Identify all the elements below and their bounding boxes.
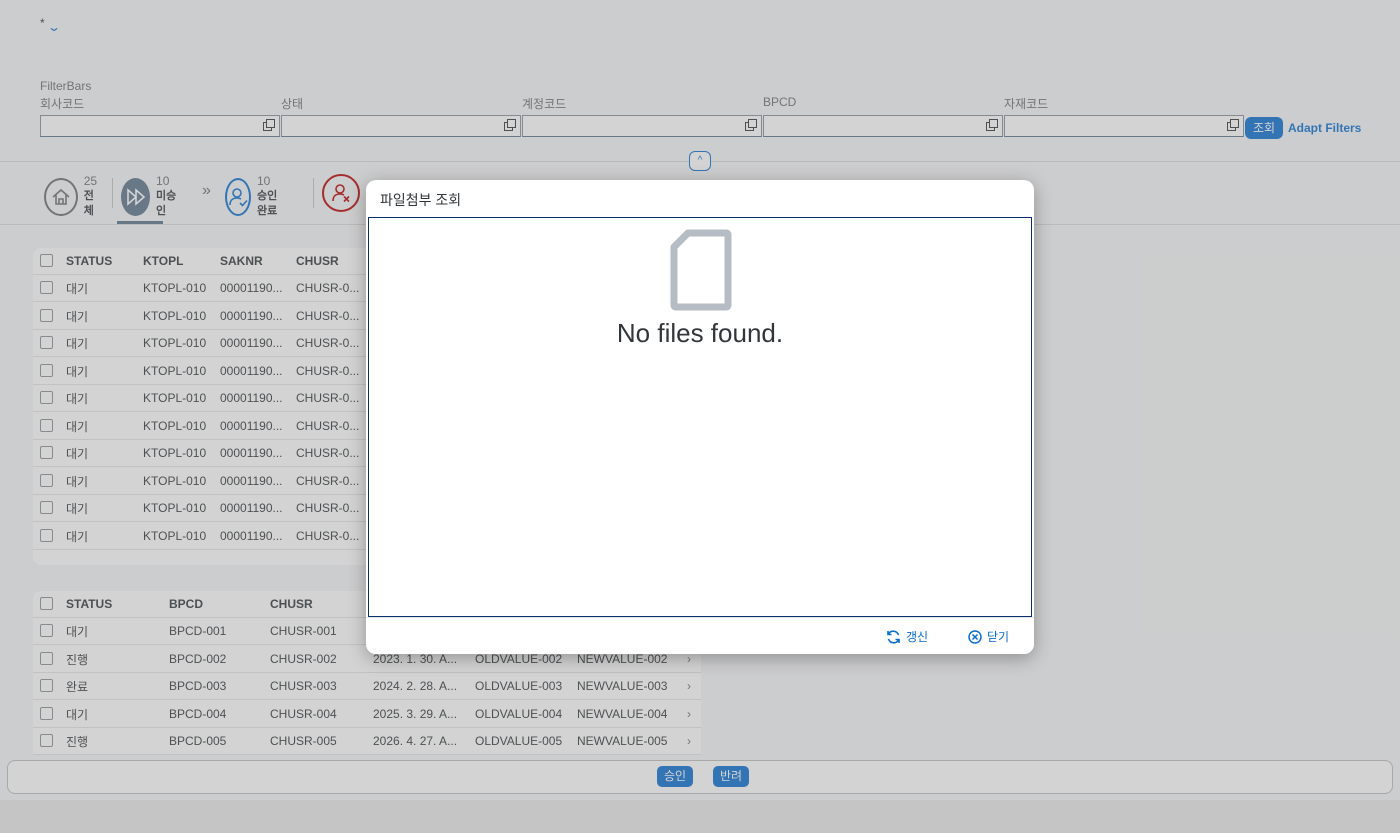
file-attachment-dialog: 파일첨부 조회 No files found. 갱신 닫기 bbox=[366, 180, 1034, 654]
close-button[interactable]: 닫기 bbox=[968, 628, 1009, 645]
close-label: 닫기 bbox=[987, 630, 1010, 644]
dialog-footer: 갱신 닫기 bbox=[366, 617, 1034, 654]
dialog-content: No files found. bbox=[368, 217, 1032, 617]
refresh-button[interactable]: 갱신 bbox=[886, 628, 928, 645]
no-files-message: No files found. bbox=[616, 318, 784, 348]
refresh-icon bbox=[887, 629, 900, 644]
refresh-label: 갱신 bbox=[906, 630, 929, 644]
dialog-title: 파일첨부 조회 bbox=[380, 192, 462, 208]
close-circle-icon bbox=[968, 629, 982, 644]
document-icon bbox=[670, 229, 732, 311]
